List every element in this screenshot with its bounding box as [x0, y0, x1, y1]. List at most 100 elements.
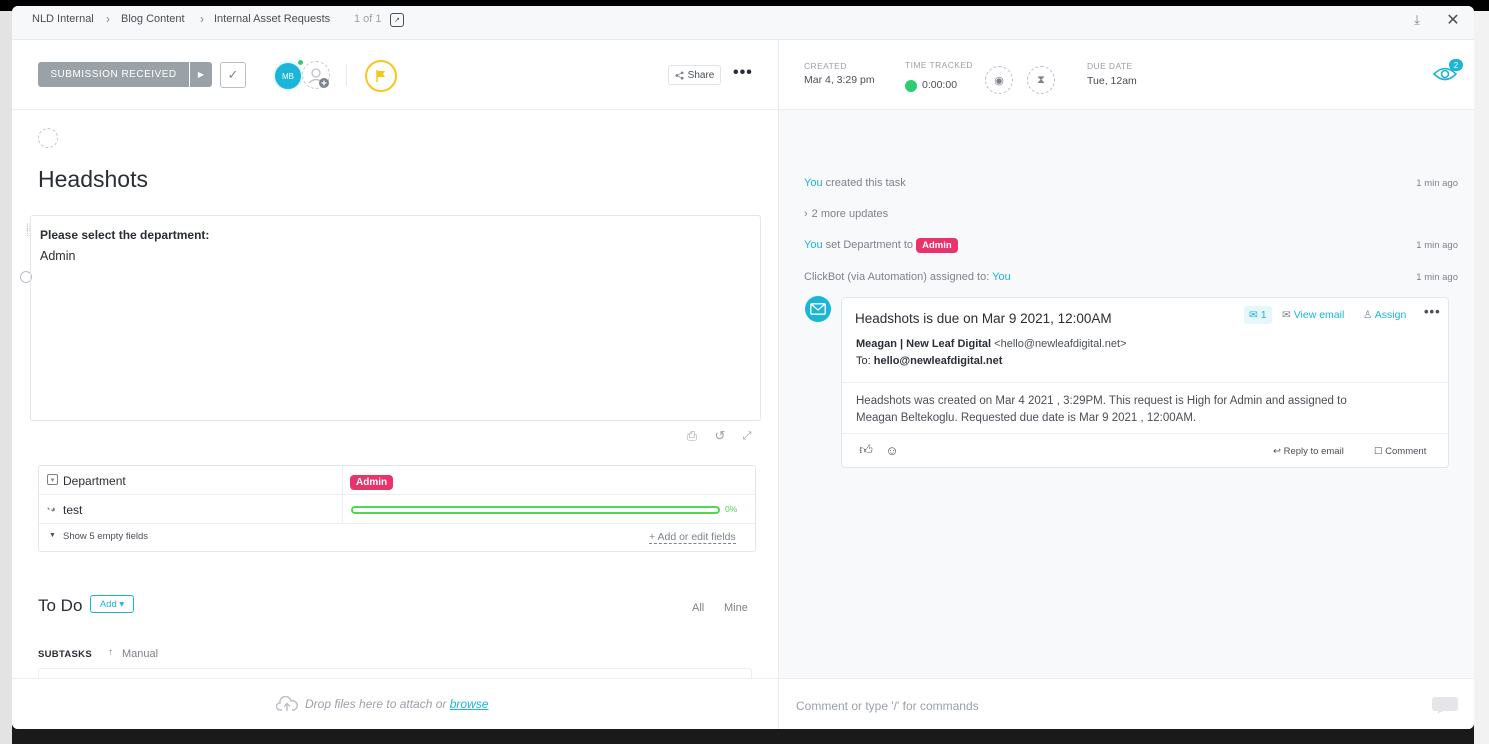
play-timer-icon[interactable]	[905, 80, 917, 92]
next-status-button[interactable]: ▶	[190, 62, 212, 87]
email-more-button[interactable]: •••	[1424, 304, 1441, 319]
sender-name: Meagan | New Leaf Digital	[856, 338, 992, 350]
open-new-window-icon[interactable]: ↗	[390, 13, 404, 27]
expand-icon[interactable]: ⤢	[739, 428, 755, 444]
filter-mine[interactable]: Mine	[724, 602, 748, 614]
complete-checkbox[interactable]: ✓	[220, 62, 246, 88]
subtask-list	[38, 668, 752, 678]
add-assignee-button[interactable]	[302, 61, 330, 89]
description-editor[interactable]: Please select the department: Admin	[30, 215, 761, 421]
toolbar-divider	[346, 64, 347, 86]
reply-icon: ↩	[1273, 446, 1284, 457]
flag-icon	[376, 70, 385, 82]
activity-actor[interactable]: You	[804, 239, 823, 251]
comment-label: Comment	[1385, 446, 1427, 457]
caret-down-icon: ▼	[49, 532, 56, 539]
email-from: Meagan | New Leaf Digital <hello@newleaf…	[856, 338, 1126, 350]
more-options-button[interactable]: •••	[733, 64, 753, 82]
tag-icon[interactable]	[38, 128, 58, 148]
add-todo-button[interactable]: Add ▾	[90, 595, 134, 613]
time-tracked-label: TIME TRACKED	[905, 60, 973, 70]
task-toolbar: SUBMISSION RECEIVED ▶ ✓ MB Share •••	[12, 40, 778, 110]
recipient-address: hello@newleafdigital.net	[873, 355, 1003, 367]
email-body-line: Headshots was created on Mar 4 2021 , 3:…	[856, 395, 1347, 407]
subtasks-label: SUBTASKS	[38, 649, 92, 660]
backdrop-left	[0, 11, 12, 744]
meta-toolbar: CREATED Mar 4, 3:29 pm TIME TRACKED 0:00…	[779, 40, 1474, 110]
field-row-department: ▾ Department Admin	[39, 466, 755, 495]
field-value-department[interactable]: Admin	[350, 472, 394, 490]
email-avatar	[805, 296, 831, 322]
created-value: Mar 4, 3:29 pm	[804, 74, 875, 86]
progress-field-icon: ◔◕	[45, 504, 56, 514]
view-email-button[interactable]: ✉ View email	[1282, 309, 1344, 321]
attachment-dropzone[interactable]: Drop files here to attach or browse	[12, 678, 778, 729]
reply-to-email-button[interactable]: ↩ Reply to email	[1273, 446, 1344, 457]
breadcrumb-item-space[interactable]: NLD Internal	[32, 13, 94, 25]
minimize-icon[interactable]: ⤓	[1408, 11, 1426, 29]
emoji-icon[interactable]: ☺	[884, 442, 900, 458]
share-button[interactable]: Share	[668, 65, 721, 85]
time-tracked-value: 0:00:00	[922, 79, 958, 91]
to-label: To:	[856, 355, 871, 367]
user-icon: ♙	[1363, 309, 1375, 321]
reply-label: Reply to email	[1283, 446, 1344, 457]
activity-text: set Department to	[822, 239, 917, 251]
hourglass-icon[interactable]: ⧗	[1027, 66, 1055, 94]
email-body: Headshots was created on Mar 4 2021 , 3:…	[842, 382, 1448, 437]
more-updates-label: 2 more updates	[811, 208, 889, 220]
assign-button[interactable]: ♙ Assign	[1363, 309, 1406, 321]
arrow-up-icon: ↑	[108, 647, 113, 658]
close-icon[interactable]: ✕	[1444, 11, 1462, 29]
activity-text: created this task	[822, 177, 906, 189]
dropdown-field-icon: ▾	[47, 474, 58, 485]
activity-time: 1 min ago	[1416, 272, 1458, 283]
activity-time: 1 min ago	[1416, 178, 1458, 189]
task-detail-panel: SUBMISSION RECEIVED ▶ ✓ MB Share ••• Hea…	[12, 40, 778, 678]
status-badge: Admin	[350, 475, 394, 490]
speech-bubble-icon[interactable]	[1431, 695, 1459, 715]
view-email-label: View email	[1293, 309, 1345, 321]
progress-bar[interactable]	[351, 506, 720, 514]
description-answer: Admin	[40, 249, 76, 263]
due-date-label: DUE DATE	[1087, 61, 1133, 71]
thumbs-up-icon[interactable]: 👍︎	[858, 442, 874, 458]
filter-all[interactable]: All	[692, 602, 704, 614]
share-icon	[675, 70, 684, 80]
activity-text: ClickBot (via Automation) assigned to:	[804, 271, 993, 283]
timer-icon[interactable]: ◉	[985, 66, 1013, 94]
browse-link[interactable]: browse	[450, 697, 489, 711]
sender-address: <hello@newleafdigital.net>	[994, 338, 1127, 350]
todo-heading: To Do	[38, 596, 83, 615]
due-date-value[interactable]: Tue, 12am	[1087, 75, 1137, 87]
breadcrumb: NLD Internal › Blog Content › Internal A…	[12, 6, 1474, 40]
description-question: Please select the department:	[40, 228, 210, 242]
show-empty-fields-button[interactable]: Show 5 empty fields	[63, 531, 148, 542]
email-footer: 👍︎ ☺ ↩ Reply to email ☐ Comment	[842, 433, 1448, 467]
activity-panel: CREATED Mar 4, 3:29 pm TIME TRACKED 0:00…	[778, 40, 1474, 678]
page-title[interactable]: Headshots	[38, 166, 148, 193]
chevron-right-icon: ›	[200, 12, 204, 26]
status-badge: Admin	[916, 238, 958, 253]
comment-icon: ☐	[1374, 446, 1386, 457]
breadcrumb-position: 1 of 1	[354, 13, 382, 25]
breadcrumb-item-list[interactable]: Internal Asset Requests	[214, 13, 330, 25]
field-row-test: ◔◕ test 0%	[39, 495, 755, 524]
activity-target[interactable]: You	[992, 271, 1011, 283]
more-updates-button[interactable]: › 2 more updates	[804, 208, 888, 220]
status-button[interactable]: SUBMISSION RECEIVED	[38, 62, 189, 87]
comment-input[interactable]: Comment or type '/' for commands	[796, 699, 979, 713]
comment-button[interactable]: ☐ Comment	[1374, 446, 1426, 457]
chevron-right-icon: ›	[804, 208, 808, 220]
field-name-department: Department	[63, 474, 126, 488]
backdrop-right	[1474, 11, 1489, 744]
activity-actor[interactable]: You	[804, 177, 823, 189]
print-icon[interactable]: ⎙	[684, 428, 700, 444]
priority-button[interactable]	[365, 60, 397, 92]
history-icon[interactable]: ↺	[712, 428, 728, 444]
breadcrumb-item-folder[interactable]: Blog Content	[121, 13, 185, 25]
add-edit-fields-button[interactable]: + Add or edit fields	[649, 531, 736, 544]
email-reply-count[interactable]: ✉ 1	[1244, 306, 1272, 324]
activity-item: ClickBot (via Automation) assigned to: Y…	[804, 271, 1011, 283]
sort-manual-button[interactable]: Manual	[122, 648, 158, 660]
